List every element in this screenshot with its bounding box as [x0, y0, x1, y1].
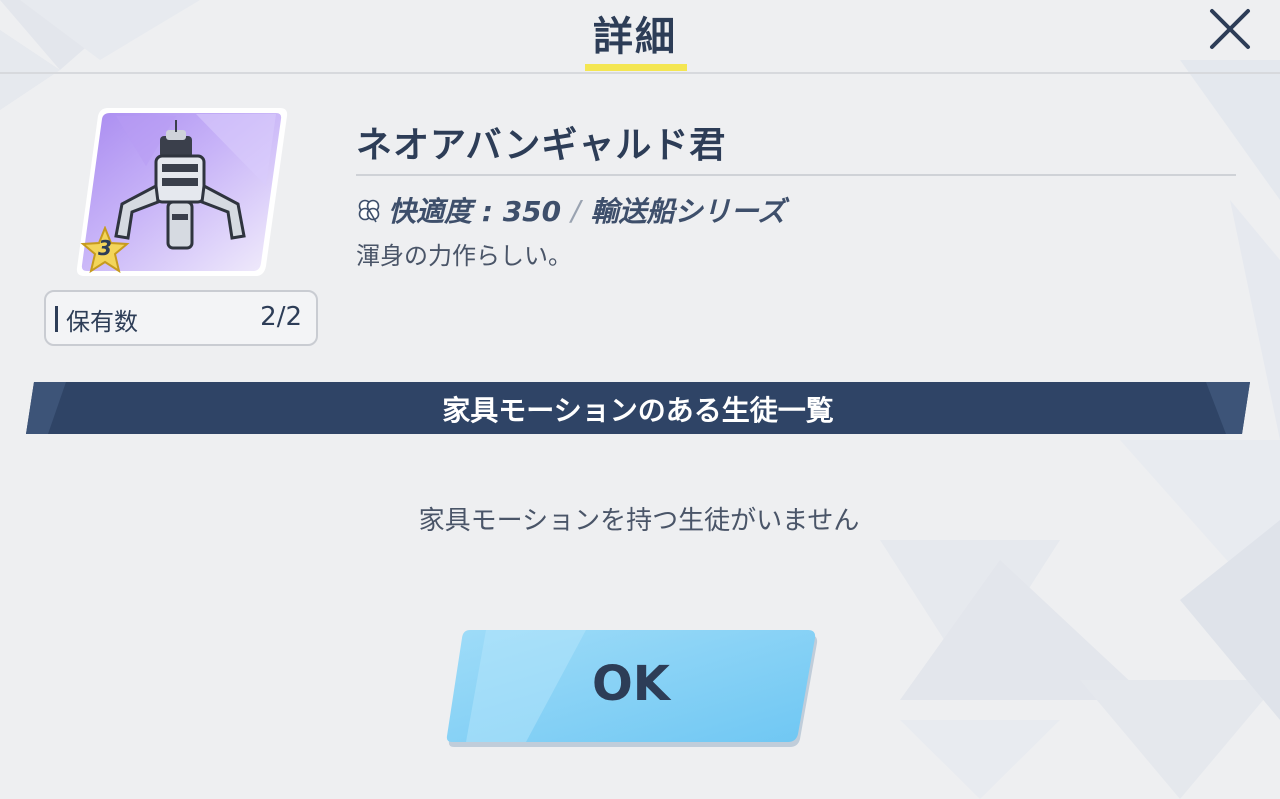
close-button[interactable] [1205, 4, 1255, 54]
section-title: 家具モーションのある生徒一覧 [442, 394, 834, 427]
ok-button[interactable] [446, 628, 818, 748]
owned-label: 保有数 [66, 308, 138, 336]
owned-value: 2/2 [260, 302, 302, 332]
dialog-title: 詳細 [593, 14, 677, 60]
comfort-value: 快適度 : 350 [388, 195, 562, 228]
comfort-line: 快適度 : 350 / 輸送船シリーズ [356, 190, 785, 230]
item-series: 輸送船シリーズ [590, 195, 786, 228]
empty-message: 家具モーションを持つ生徒がいません [418, 506, 860, 536]
title-underline [585, 64, 687, 71]
dialog-header: 詳細 [0, 0, 1280, 74]
comfort-separator: / [571, 193, 581, 227]
clover-icon [358, 199, 380, 223]
item-description: 渾身の力作らしい。 [356, 242, 572, 270]
rank-number: 3 [98, 236, 112, 260]
owned-label-bar [55, 306, 58, 332]
item-name: ネオアバンギャルド君 [356, 125, 727, 166]
header-divider [0, 72, 1280, 74]
name-divider [356, 174, 1236, 176]
close-icon [1210, 9, 1250, 49]
